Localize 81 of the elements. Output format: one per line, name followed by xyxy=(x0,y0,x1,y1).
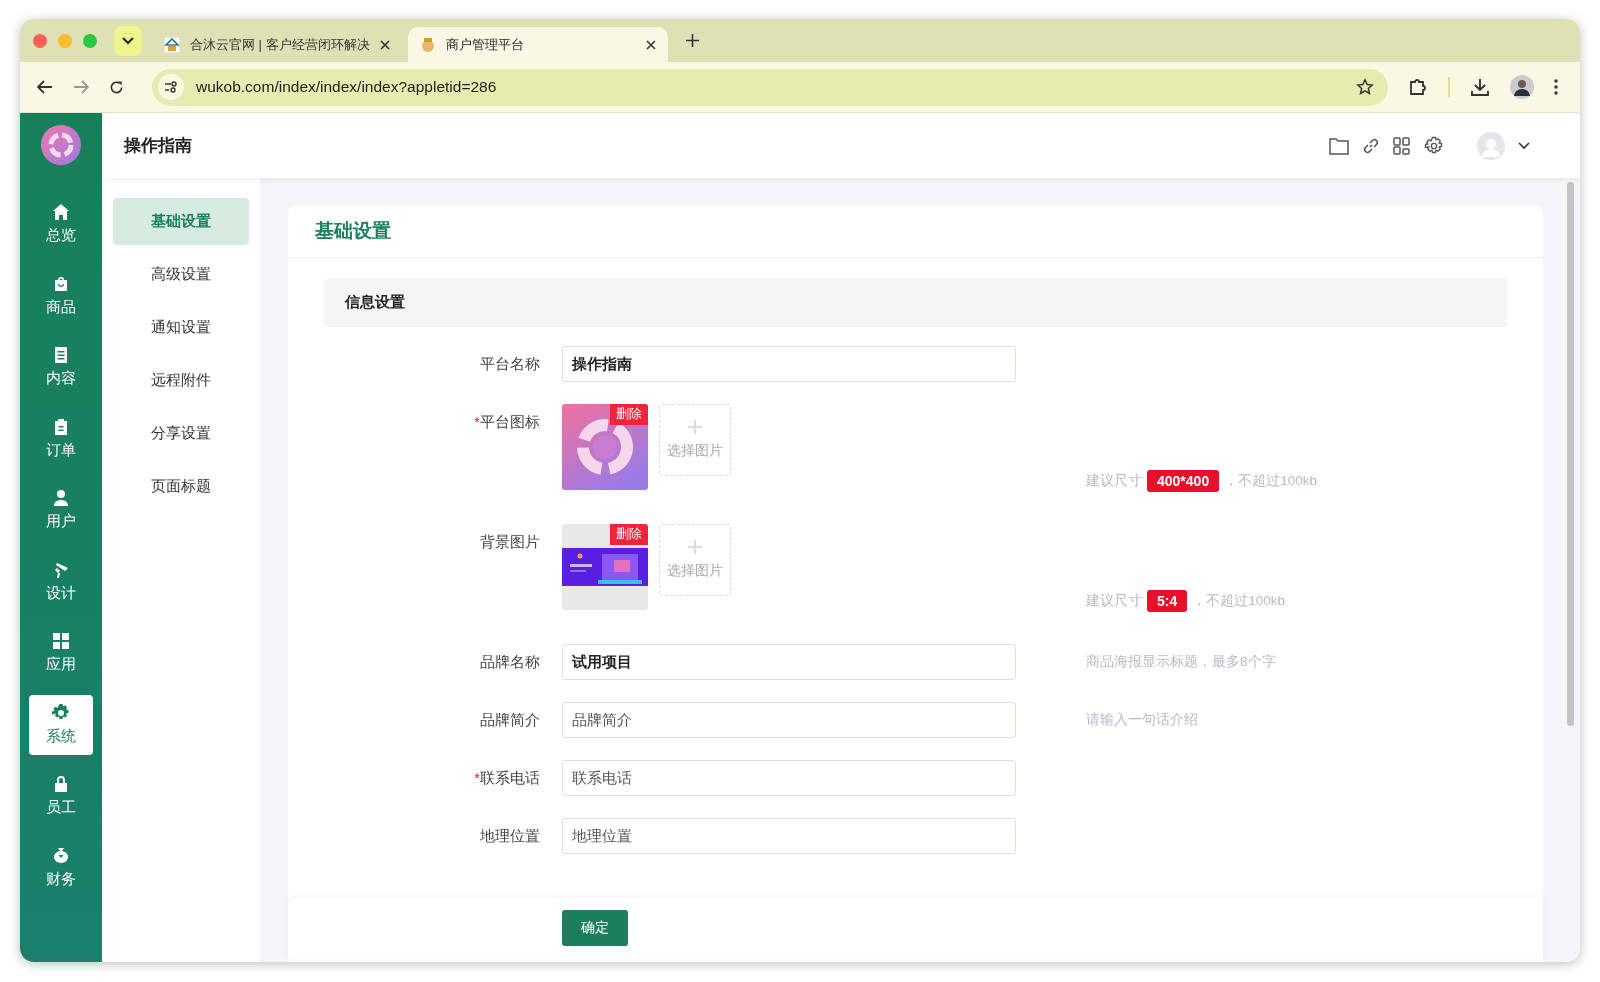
field-hint: 建议尺寸 xyxy=(1086,592,1142,610)
sidebar-item[interactable]: 商品 xyxy=(29,265,93,326)
submenu-item[interactable]: 分享设置 xyxy=(113,410,249,457)
address-bar[interactable]: wukob.com/index/index/index?appletid=286 xyxy=(152,68,1388,106)
app-logo-icon xyxy=(41,125,81,165)
user-icon xyxy=(52,489,70,507)
reload-icon[interactable] xyxy=(109,79,124,95)
scrollbar[interactable] xyxy=(1567,182,1574,726)
home-icon xyxy=(52,203,70,221)
sidebar-item[interactable]: 用户 xyxy=(29,480,93,540)
sidebar-item[interactable]: 系统 xyxy=(29,694,93,755)
sidebar-item[interactable]: 内容 xyxy=(29,337,93,397)
folder-icon[interactable] xyxy=(1329,136,1349,155)
sidebar-item[interactable]: 员工 xyxy=(29,766,93,826)
grid-icon[interactable] xyxy=(1393,136,1411,155)
sidebar-item[interactable]: 应用 xyxy=(29,623,93,683)
delete-button[interactable]: 删除 xyxy=(610,404,648,425)
confirm-button[interactable]: 确定 xyxy=(562,910,628,946)
field-hint: 建议尺寸 xyxy=(1086,472,1142,490)
forward-arrow-icon[interactable] xyxy=(73,80,89,94)
link-icon[interactable] xyxy=(1362,136,1380,155)
browser-tab[interactable]: 商户管理平台 xyxy=(407,27,668,62)
input-field[interactable]: 联系电话 xyxy=(562,760,1016,796)
input-field[interactable]: 操作指南 xyxy=(562,346,1016,382)
size-badge: 400*400 xyxy=(1147,470,1220,492)
sidebar-item[interactable]: 订单 xyxy=(29,408,93,469)
chevron-down-icon xyxy=(122,36,134,45)
field-hint: ，不超过100kb xyxy=(1224,472,1317,490)
field-label: 平台名称 xyxy=(480,355,540,372)
field-label: 品牌名称 xyxy=(480,653,540,670)
back-arrow-icon[interactable] xyxy=(37,80,53,94)
input-field[interactable]: 试用项目 xyxy=(562,644,1016,680)
submenu-item[interactable]: 通知设置 xyxy=(113,304,249,351)
field-hint: ，不超过100kb xyxy=(1192,592,1286,610)
site-favicon-icon xyxy=(164,36,180,53)
delete-button[interactable]: 删除 xyxy=(610,524,648,545)
bookmark-star-icon[interactable] xyxy=(1356,78,1374,96)
lock-icon xyxy=(52,775,70,793)
page-title: 操作指南 xyxy=(124,135,192,157)
bag-icon xyxy=(52,274,70,293)
field-label: 背景图片 xyxy=(480,534,540,550)
input-field[interactable]: 品牌简介 xyxy=(562,702,1016,738)
download-icon[interactable] xyxy=(1470,77,1490,97)
input-field[interactable]: 地理位置 xyxy=(562,818,1016,854)
submenu-item[interactable]: 高级设置 xyxy=(113,251,249,298)
submenu-item[interactable]: 页面标题 xyxy=(113,463,249,510)
select-image-button[interactable]: 选择图片 xyxy=(659,524,731,596)
grid-icon xyxy=(52,632,70,650)
tab-search-button[interactable] xyxy=(114,25,142,56)
size-badge: 5:4 xyxy=(1147,590,1188,612)
field-label: *平台图标 xyxy=(474,414,540,430)
close-tab-icon[interactable] xyxy=(379,39,390,50)
section-header: 信息设置 xyxy=(324,278,1507,327)
submenu-item[interactable]: 远程附件 xyxy=(113,357,249,404)
sidebar-item[interactable]: 设计 xyxy=(29,551,93,612)
field-label: 地理位置 xyxy=(480,827,540,844)
more-menu-icon[interactable] xyxy=(1554,79,1558,95)
settings-icon[interactable] xyxy=(1424,135,1444,156)
sidebar-item[interactable]: 财务 xyxy=(29,837,93,898)
new-tab-icon[interactable] xyxy=(685,34,699,47)
plus-icon xyxy=(688,420,702,434)
plus-icon xyxy=(688,540,702,554)
puzzle-piece-icon[interactable] xyxy=(1408,77,1428,97)
list-icon xyxy=(52,346,70,364)
browser-tab[interactable]: 合沐云官网 | 客户经营闭环解决 xyxy=(152,27,402,62)
select-image-button[interactable]: 选择图片 xyxy=(659,404,731,476)
gear-icon xyxy=(52,703,70,722)
field-label: *联系电话 xyxy=(474,769,540,786)
cartoon-favicon-icon xyxy=(419,36,436,53)
card-title: 基础设置 xyxy=(315,219,391,243)
profile-avatar-icon[interactable] xyxy=(1510,75,1534,99)
sidebar-item[interactable]: 总览 xyxy=(29,194,93,254)
field-label: 品牌简介 xyxy=(480,711,540,728)
site-settings-icon[interactable] xyxy=(158,74,184,100)
field-hint: 请输入一句话介绍 xyxy=(1086,711,1199,729)
clipboard-icon xyxy=(52,417,70,436)
close-tab-icon[interactable] xyxy=(645,39,656,50)
money-icon xyxy=(52,846,70,865)
submenu-item[interactable]: 基础设置 xyxy=(113,198,249,245)
chevron-down-icon[interactable] xyxy=(1518,141,1530,150)
field-hint: 商品海报显示标题，最多8个字 xyxy=(1086,653,1277,671)
